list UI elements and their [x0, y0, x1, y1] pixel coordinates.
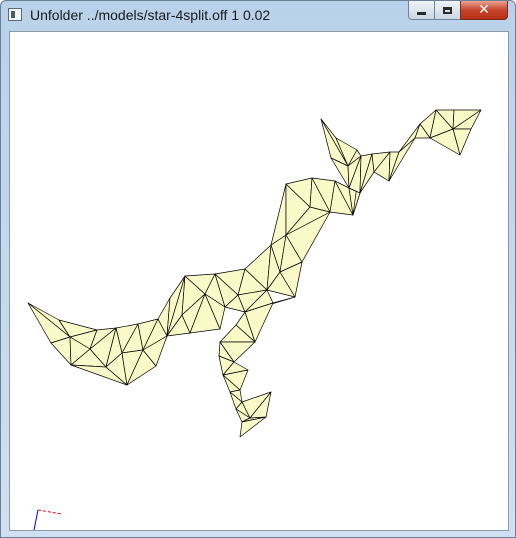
unfolded-mesh [27, 109, 482, 438]
axis-gizmo [33, 509, 63, 530]
x-axis-line [37, 509, 63, 515]
unfolded-mesh-canvas[interactable] [10, 32, 508, 530]
minimize-button[interactable] [408, 1, 435, 20]
app-icon[interactable] [8, 8, 22, 21]
mesh-face [270, 183, 287, 246]
maximize-icon [443, 6, 452, 14]
close-button[interactable]: ✕ [460, 1, 508, 20]
minimize-icon [417, 11, 426, 15]
maximize-button[interactable] [434, 1, 461, 20]
title-bar[interactable]: Unfolder ../models/star-4split.off 1 0.0… [1, 1, 515, 31]
close-icon: ✕ [478, 2, 490, 18]
app-window: Unfolder ../models/star-4split.off 1 0.0… [0, 0, 516, 538]
window-title: Unfolder ../models/star-4split.off 1 0.0… [30, 7, 271, 23]
gl-viewport[interactable] [9, 31, 509, 531]
y-axis-line [33, 509, 39, 530]
